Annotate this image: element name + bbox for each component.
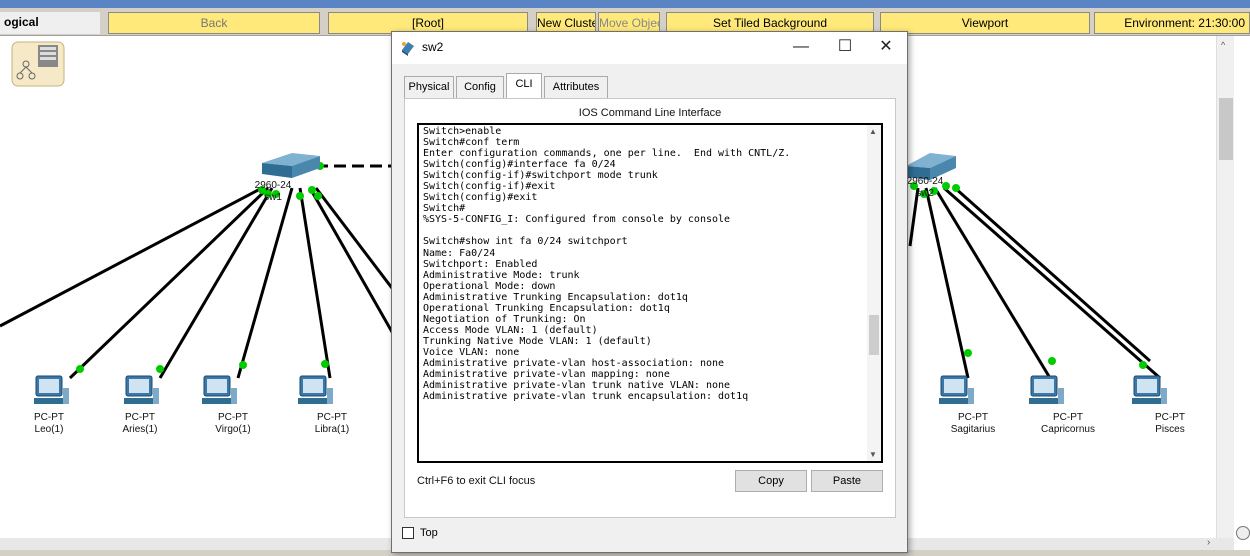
console-line: Switchport: Enabled (423, 258, 538, 270)
console-scroll-up-icon[interactable]: ▲ (869, 127, 877, 136)
pc-icon[interactable] (298, 375, 333, 404)
close-button[interactable]: ✕ (870, 36, 902, 60)
console-line: Operational Mode: down (423, 280, 556, 292)
cli-panel: IOS Command Line Interface Switch>enable… (404, 98, 896, 518)
sw1-switch-icon[interactable] (262, 153, 320, 178)
maximize-button[interactable]: ☐ (829, 36, 861, 60)
minimize-button[interactable]: — (785, 36, 817, 60)
pc-type-label: PC-PT (34, 412, 64, 423)
console-line: Operational Trunking Encapsulation: dot1… (423, 302, 670, 314)
top-checkbox[interactable] (402, 527, 414, 539)
pc-icon[interactable] (1132, 375, 1167, 404)
console-line: Administrative Trunking Encapsulation: d… (423, 291, 688, 303)
console-line: Access Mode VLAN: 1 (default) (423, 324, 598, 336)
console-line: Enter configuration commands, one per li… (423, 148, 791, 160)
pc-type-label: PC-PT (125, 412, 155, 423)
dialog-titlebar[interactable]: sw2 — ☐ ✕ (392, 32, 907, 64)
paste-button[interactable]: Paste (811, 470, 883, 492)
viewport-button[interactable]: Viewport (880, 12, 1090, 34)
console-line: %SYS-5-CONFIG_I: Configured from console… (423, 214, 731, 226)
pc-type-label: PC-PT (317, 412, 347, 423)
window-top-strip (0, 0, 1250, 8)
top-checkbox-label: Top (420, 527, 438, 539)
console-line: Switch(config)#exit (423, 192, 538, 204)
console-line: Name: Fa0/24 (423, 247, 496, 259)
pc-icon[interactable] (202, 375, 237, 404)
sw1-model-label: 2960-24 (254, 180, 292, 191)
pc-name-label: Aries(1) (122, 424, 158, 435)
pc-icon[interactable] (34, 375, 69, 404)
pc-type-label: PC-PT (218, 412, 248, 423)
logical-workspace-tab[interactable]: ogical (0, 12, 100, 34)
console-scroll-thumb[interactable] (869, 315, 879, 355)
pc-icon[interactable] (939, 375, 974, 404)
pc-type-label: PC-PT (1053, 412, 1083, 423)
pc-name-label: Sagitarius (950, 424, 996, 435)
zoom-dial-icon[interactable] (1236, 526, 1250, 540)
cli-heading: IOS Command Line Interface (578, 107, 722, 119)
canvas-vertical-scrollbar[interactable]: ^ (1216, 36, 1234, 541)
console-output: Switch>enable Switch#conf term Enter confi… (423, 126, 863, 402)
environment-button[interactable]: Environment: 21:30:00 (1094, 12, 1250, 34)
tab-config[interactable]: Config (456, 76, 504, 98)
back-button[interactable]: Back (108, 12, 320, 34)
dialog-title: sw2 (422, 40, 444, 54)
console-line: Negotiation of Trunking: On (423, 313, 586, 325)
cluster-icon[interactable] (11, 41, 65, 87)
tab-cli[interactable]: CLI (506, 73, 542, 99)
console-line: Switch# (423, 203, 466, 215)
console-line: Administrative private-vlan trunk native… (423, 380, 731, 392)
console-line: Administrative Mode: trunk (423, 269, 580, 281)
console-line: Administrative private-vlan host-associa… (423, 357, 725, 369)
pc-type-label: PC-PT (958, 412, 988, 423)
device-config-dialog: sw2 — ☐ ✕ Physical Config CLI Attributes… (391, 31, 908, 553)
pc-name-label: Libra(1) (314, 424, 350, 435)
console-line: Administrative private-vlan mapping: non… (423, 369, 670, 381)
pc-name-label: Virgo(1) (215, 424, 251, 435)
pc-icon[interactable] (124, 375, 159, 404)
console-line: Switch>enable (423, 126, 502, 137)
console-line: Switch#show int fa 0/24 switchport (423, 236, 628, 248)
console-line: Switch#conf term (423, 137, 520, 149)
tab-attributes[interactable]: Attributes (544, 76, 608, 98)
console-line: Voice VLAN: none (423, 346, 520, 358)
pc-name-label: Pisces (1155, 424, 1185, 435)
tab-physical[interactable]: Physical (404, 76, 454, 98)
pc-name-label: Leo(1) (34, 424, 64, 435)
switch-app-icon (402, 42, 414, 56)
sw1-links (0, 186, 402, 380)
sw1-name-label: sw1 (264, 192, 282, 203)
scroll-right-icon[interactable]: › (1207, 537, 1210, 548)
sw1-port-dots (76, 186, 329, 373)
console-line: Administrative private-vlan trunk encaps… (423, 391, 749, 403)
vertical-scroll-thumb[interactable] (1219, 98, 1233, 160)
scroll-up-icon[interactable]: ^ (1221, 40, 1225, 50)
console-scroll-down-icon[interactable]: ▼ (869, 450, 877, 459)
packet-tracer-window: ogical Back [Root] New Cluster Move Obje… (0, 0, 1250, 556)
pc-icon[interactable] (1029, 375, 1064, 404)
pc-type-label: PC-PT (1155, 412, 1185, 423)
console-line: Switch(config)#interface fa 0/24 (423, 159, 616, 171)
pc-name-label: Capricornus (1041, 424, 1095, 435)
copy-button[interactable]: Copy (735, 470, 807, 492)
cli-console[interactable]: Switch>enable Switch#conf term Enter confi… (417, 123, 883, 463)
console-scrollbar[interactable]: ▲ ▼ (867, 125, 881, 461)
console-line: Switch(config-if)#switchport mode trunk (423, 170, 658, 182)
console-line: Switch(config-if)#exit (423, 181, 556, 193)
sw2-links (908, 186, 1161, 380)
console-line: Trunking Native Mode VLAN: 1 (default) (423, 335, 652, 347)
cli-focus-hint: Ctrl+F6 to exit CLI focus (417, 475, 536, 487)
